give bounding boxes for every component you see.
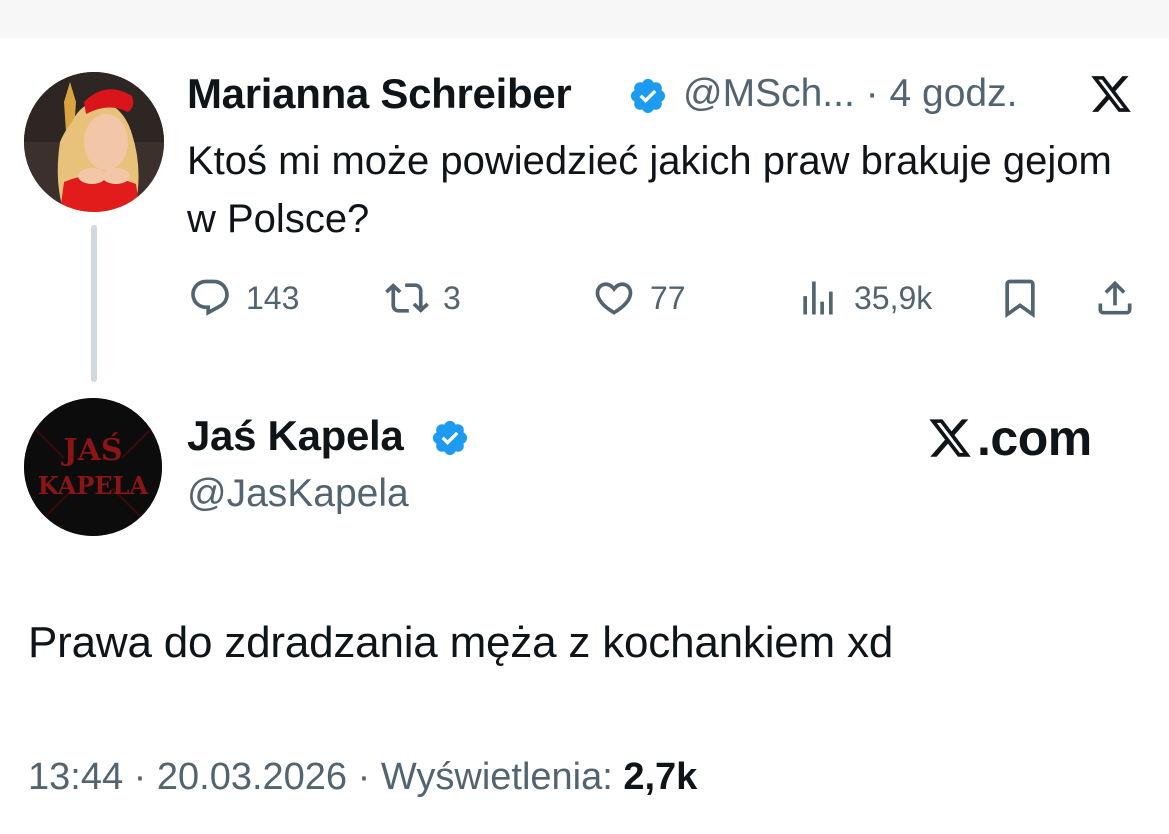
separator-dot: ·: [357, 756, 381, 798]
reply-icon: [191, 279, 229, 316]
avatar-marianna-schreiber[interactable]: [24, 72, 164, 212]
tweet-time[interactable]: 4 godz.: [889, 72, 1017, 115]
reply-count: 143: [246, 279, 300, 316]
views-button[interactable]: 35,9k: [796, 270, 932, 326]
verified-badge-icon: [630, 78, 666, 114]
like-count: 77: [650, 279, 686, 316]
avatar-text-line1: JAŚ: [60, 431, 122, 468]
share-button[interactable]: [1093, 270, 1137, 326]
x-com-watermark: .com: [925, 408, 1092, 468]
x-logo-icon[interactable]: [1082, 72, 1140, 116]
verified-badge-icon: [432, 420, 468, 456]
like-icon: [595, 282, 633, 315]
avatar-jas-kapela[interactable]: JAŚ KAPELA: [24, 398, 162, 536]
x-com-label: .com: [977, 410, 1092, 466]
tweet-metadata: 13:44 · 20.03.2026 · Wyświetlenia: 2,7k: [28, 756, 697, 799]
like-button[interactable]: 77: [592, 270, 686, 326]
author-handle-and-time[interactable]: @MSch... · 4 godz.: [683, 72, 1017, 116]
author-handle[interactable]: @MSch...: [683, 72, 855, 115]
author-name[interactable]: Marianna Schreiber: [187, 70, 572, 118]
reply-author-handle[interactable]: @JasKapela: [187, 472, 409, 516]
share-icon: [1098, 280, 1132, 315]
reply-author-name[interactable]: Jaś Kapela: [187, 412, 404, 460]
tweet-actions-bar: 143 3 77 35,9k: [0, 270, 1169, 330]
tweet-date[interactable]: 20.03.2026: [157, 756, 347, 798]
retweet-icon: [385, 283, 429, 313]
views-label: Wyświetlenia:: [380, 756, 613, 798]
top-bar: [0, 0, 1169, 38]
avatar-text-line2: KAPELA: [38, 471, 149, 500]
reply-button[interactable]: 143: [188, 270, 299, 326]
tweet-text: Ktoś mi może powiedzieć jakich praw brak…: [187, 139, 1112, 241]
views-total: 2,7k: [623, 756, 698, 798]
tweet-time-stamp[interactable]: 13:44: [28, 756, 123, 798]
reply-tweet-text: Prawa do zdradzania męża z kochankiem xd: [28, 618, 894, 667]
separator-dot: ·: [865, 72, 879, 115]
x-logo-icon: [929, 419, 971, 457]
bookmark-icon: [1005, 279, 1035, 319]
bookmark-button[interactable]: [998, 270, 1042, 326]
separator-dot: ·: [133, 756, 157, 798]
views-icon: [803, 281, 833, 315]
retweet-button[interactable]: 3: [385, 270, 461, 326]
views-count: 35,9k: [854, 279, 933, 316]
retweet-count: 3: [443, 279, 461, 316]
